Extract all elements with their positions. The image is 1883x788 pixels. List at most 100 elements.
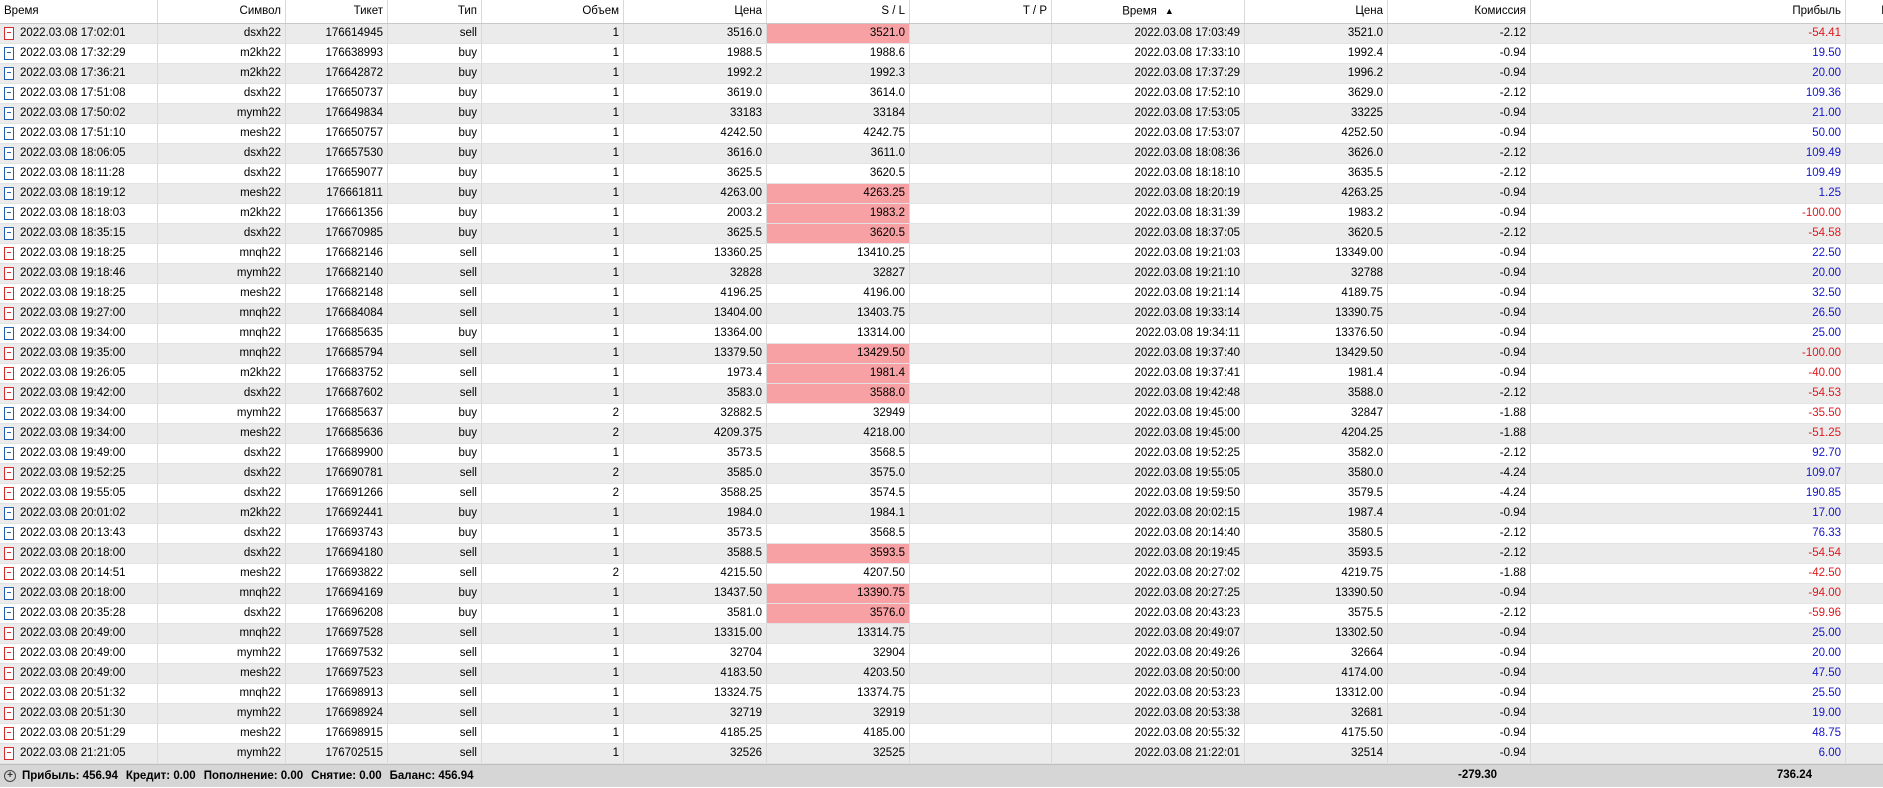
table-row[interactable]: 2022.03.08 17:36:21 m2kh22 176642872 buy 1 19… — [0, 64, 1883, 84]
buy-order-icon — [4, 507, 14, 520]
table-row[interactable]: 2022.03.08 19:55:05 dsxh22 176691266 sell 2 3… — [0, 484, 1883, 504]
sell-order-icon — [4, 287, 14, 300]
buy-order-icon — [4, 207, 14, 220]
cell-close-price: 4204.25 — [1245, 424, 1388, 443]
table-row[interactable]: 2022.03.08 19:18:46 mymh22 176682140 sell 1 3… — [0, 264, 1883, 284]
cell-close-time: 2022.03.08 19:45:00 — [1052, 424, 1245, 443]
open-time-text: 2022.03.08 20:13:43 — [20, 527, 126, 539]
cell-close-price: 33225 — [1245, 104, 1388, 123]
cell-type: sell — [388, 344, 482, 363]
buy-order-icon — [4, 407, 14, 420]
col-profit[interactable]: Прибыль — [1531, 0, 1846, 23]
table-row[interactable]: 2022.03.08 19:35:00 mnqh22 176685794 sell 1 1… — [0, 344, 1883, 364]
cell-close-time: 2022.03.08 19:21:03 — [1052, 244, 1245, 263]
expand-plus-icon[interactable]: + — [4, 770, 16, 782]
cell-symbol: dsxh22 — [158, 224, 286, 243]
cell-commission: -0.94 — [1388, 344, 1531, 363]
table-row[interactable]: 2022.03.08 20:51:32 mnqh22 176698913 sell 1 1… — [0, 684, 1883, 704]
col-tp[interactable]: T / P — [910, 0, 1052, 23]
open-time-text: 2022.03.08 19:35:00 — [20, 347, 126, 359]
cell-volume: 1 — [482, 44, 624, 63]
cell-sl: 4242.75 — [767, 124, 910, 143]
col-price[interactable]: Цена — [624, 0, 767, 23]
col-ticket[interactable]: Тикет — [286, 0, 388, 23]
table-row[interactable]: 2022.03.08 20:51:30 mymh22 176698924 sell 1 3… — [0, 704, 1883, 724]
table-row[interactable]: 2022.03.08 19:49:00 dsxh22 176689900 buy 1 35… — [0, 444, 1883, 464]
cell-change: 0.20 % — [1846, 44, 1883, 63]
cell-volume: 1 — [482, 124, 624, 143]
table-row[interactable]: 2022.03.08 19:34:00 mymh22 176685637 buy 2 32… — [0, 404, 1883, 424]
table-row[interactable]: 2022.03.08 20:49:00 mymh22 176697532 sell 1 3… — [0, 644, 1883, 664]
table-row[interactable]: 2022.03.08 20:49:00 mnqh22 176697528 sell 1 1… — [0, 624, 1883, 644]
cell-price: 32526 — [624, 744, 767, 763]
table-row[interactable]: 2022.03.08 18:11:28 dsxh22 176659077 buy 1 36… — [0, 164, 1883, 184]
col-open-time[interactable]: Время — [0, 0, 158, 23]
cell-ticket: 176685636 — [286, 424, 388, 443]
table-row[interactable]: 2022.03.08 17:51:10 mesh22 176650757 buy 1 42… — [0, 124, 1883, 144]
col-close-price[interactable]: Цена — [1245, 0, 1388, 23]
table-row[interactable]: 2022.03.08 19:34:00 mesh22 176685636 buy 2 42… — [0, 424, 1883, 444]
cell-symbol: dsxh22 — [158, 484, 286, 503]
open-time-text: 2022.03.08 20:49:00 — [20, 667, 126, 679]
table-row[interactable]: 2022.03.08 21:21:05 mymh22 176702515 sell 1 3… — [0, 744, 1883, 764]
cell-tp — [910, 344, 1052, 363]
col-sl[interactable]: S / L — [767, 0, 910, 23]
table-row[interactable]: 2022.03.08 17:32:29 m2kh22 176638993 buy 1 19… — [0, 44, 1883, 64]
table-row[interactable]: 2022.03.08 20:14:51 mesh22 176693822 sell 2 4… — [0, 564, 1883, 584]
cell-ticket: 176697523 — [286, 664, 388, 683]
cell-change: 0.09 % — [1846, 624, 1883, 643]
table-row[interactable]: 2022.03.08 20:13:43 dsxh22 176693743 buy 1 35… — [0, 524, 1883, 544]
footer-commission-total: -279.30 — [1457, 769, 1497, 781]
cell-type: sell — [388, 744, 482, 763]
cell-price: 33183 — [624, 104, 767, 123]
table-row[interactable]: 2022.03.08 20:18:00 mnqh22 176694169 buy 1 13… — [0, 584, 1883, 604]
table-row[interactable]: 2022.03.08 17:02:01 dsxh22 176614945 sell 1 3… — [0, 24, 1883, 44]
cell-sl: 4185.00 — [767, 724, 910, 743]
cell-profit: 109.07 — [1531, 464, 1846, 483]
col-volume[interactable]: Объем — [482, 0, 624, 23]
table-row[interactable]: 2022.03.08 20:18:00 dsxh22 176694180 sell 1 3… — [0, 544, 1883, 564]
open-time-text: 2022.03.08 19:55:05 — [20, 487, 126, 499]
table-row[interactable]: 2022.03.08 19:27:00 mnqh22 176684084 sell 1 1… — [0, 304, 1883, 324]
cell-volume: 1 — [482, 164, 624, 183]
cell-ticket: 176702515 — [286, 744, 388, 763]
table-row[interactable]: 2022.03.08 17:50:02 mymh22 176649834 buy 1 33… — [0, 104, 1883, 124]
table-row[interactable]: 2022.03.08 18:35:15 dsxh22 176670985 buy 1 36… — [0, 224, 1883, 244]
cell-sl: 3611.0 — [767, 144, 910, 163]
cell-close-price: 32664 — [1245, 644, 1388, 663]
table-row[interactable]: 2022.03.08 19:18:25 mesh22 176682148 sell 1 4… — [0, 284, 1883, 304]
table-row[interactable]: 2022.03.08 17:51:08 dsxh22 176650737 buy 1 36… — [0, 84, 1883, 104]
table-row[interactable]: 2022.03.08 18:19:12 mesh22 176661811 buy 1 42… — [0, 184, 1883, 204]
cell-close-price: 13429.50 — [1245, 344, 1388, 363]
col-type[interactable]: Тип — [388, 0, 482, 23]
table-row[interactable]: 2022.03.08 18:06:05 dsxh22 176657530 buy 1 36… — [0, 144, 1883, 164]
table-row[interactable]: 2022.03.08 19:18:25 mnqh22 176682146 sell 1 1… — [0, 244, 1883, 264]
col-symbol[interactable]: Символ — [158, 0, 286, 23]
cell-tp — [910, 644, 1052, 663]
table-row[interactable]: 2022.03.08 20:49:00 mesh22 176697523 sell 1 4… — [0, 664, 1883, 684]
cell-sl: 13429.50 — [767, 344, 910, 363]
table-row[interactable]: 2022.03.08 19:34:00 mnqh22 176685635 buy 1 13… — [0, 324, 1883, 344]
col-commission[interactable]: Комиссия — [1388, 0, 1531, 23]
table-row[interactable]: 2022.03.08 20:51:29 mesh22 176698915 sell 1 4… — [0, 724, 1883, 744]
table-row[interactable]: 2022.03.08 19:42:00 dsxh22 176687602 sell 1 3… — [0, 384, 1883, 404]
cell-volume: 1 — [482, 284, 624, 303]
cell-close-time: 2022.03.08 20:43:23 — [1052, 604, 1245, 623]
col-close-time[interactable]: Время ▲ — [1052, 0, 1245, 23]
cell-commission: -2.12 — [1388, 524, 1531, 543]
table-row[interactable]: 2022.03.08 19:52:25 dsxh22 176690781 sell 2 3… — [0, 464, 1883, 484]
cell-commission: -0.94 — [1388, 324, 1531, 343]
cell-close-time: 2022.03.08 20:53:38 — [1052, 704, 1245, 723]
cell-change: 0.20 % — [1846, 524, 1883, 543]
cell-profit: 48.75 — [1531, 724, 1846, 743]
cell-type: buy — [388, 424, 482, 443]
col-change[interactable]: Изменение — [1846, 0, 1883, 23]
cell-profit: -100.00 — [1531, 344, 1846, 363]
table-row[interactable]: 2022.03.08 20:35:28 dsxh22 176696208 buy 1 35… — [0, 604, 1883, 624]
cell-ticket: 176694169 — [286, 584, 388, 603]
table-row[interactable]: 2022.03.08 20:01:02 m2kh22 176692441 buy 1 19… — [0, 504, 1883, 524]
table-row[interactable]: 2022.03.08 18:18:03 m2kh22 176661356 buy 1 20… — [0, 204, 1883, 224]
table-row[interactable]: 2022.03.08 19:26:05 m2kh22 176683752 sell 1 1… — [0, 364, 1883, 384]
cell-volume: 1 — [482, 104, 624, 123]
cell-ticket: 176649834 — [286, 104, 388, 123]
